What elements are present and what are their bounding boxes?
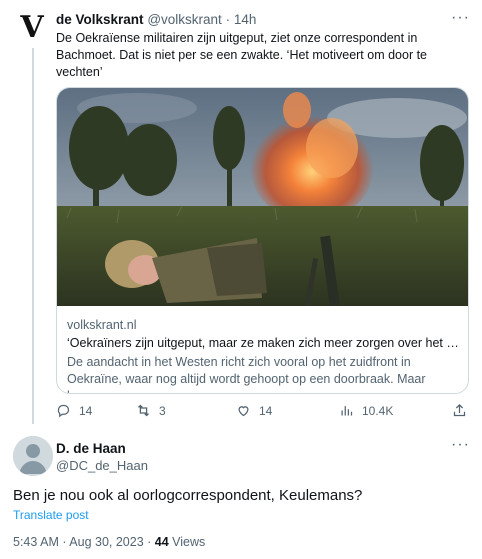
like-button[interactable]: 14 (236, 403, 272, 418)
reply-metadata: 5:43 AM · Aug 30, 2023 · 44 Views (13, 535, 205, 549)
translate-post-link[interactable]: Translate post (13, 508, 89, 522)
tweet-header: de Volkskrant @volkskrant · 14h (56, 12, 256, 27)
card-image (57, 88, 468, 306)
reply-timestamp[interactable]: 5:43 AM · Aug 30, 2023 · (13, 535, 155, 549)
views-icon (341, 406, 353, 416)
views-button[interactable]: 10.4K (339, 403, 393, 418)
link-card[interactable]: volkskrant.nl ‘Oekraïners zijn uitgeput,… (56, 87, 469, 394)
card-title[interactable]: ‘Oekraïners zijn uitgeput, maar ze maken… (67, 336, 463, 350)
repost-count: 3 (159, 403, 166, 418)
tweet-action-bar: 14 3 14 10.4K (56, 403, 467, 421)
views-count: 10.4K (362, 403, 394, 418)
more-horizontal-icon[interactable]: ··· (451, 9, 470, 27)
author-handle[interactable]: @volkskrant (147, 12, 221, 27)
tweet-time[interactable]: 14h (234, 12, 257, 27)
reply-author-avatar[interactable] (13, 436, 53, 476)
heart-icon (238, 406, 249, 417)
repost-button[interactable]: 3 (136, 403, 166, 418)
reply-views-label: Views (168, 535, 206, 549)
card-description: De aandacht in het Westen richt zich voo… (67, 355, 426, 393)
reply-text: Ben je nou ook al oorlogcorrespondent, K… (13, 487, 363, 504)
volkskrant-logo: V (20, 10, 44, 45)
thread-connector-line (32, 48, 34, 424)
card-domain[interactable]: volkskrant.nl (67, 318, 136, 332)
separator-dot: · (225, 12, 231, 27)
reply-button[interactable]: 14 (56, 403, 92, 418)
repost-icon (138, 404, 149, 417)
share-icon (453, 403, 466, 417)
like-count: 14 (259, 403, 273, 418)
author-avatar[interactable]: V (12, 8, 52, 48)
tweet-text: De Oekraïense militairen zijn uitgeput, … (56, 31, 428, 79)
share-button[interactable] (452, 403, 467, 418)
reply-icon (57, 404, 70, 418)
reply-views-count: 44 (154, 535, 169, 549)
reply-count: 14 (79, 403, 93, 418)
default-avatar-icon (13, 436, 53, 476)
more-horizontal-icon[interactable]: ··· (451, 436, 470, 454)
author-name[interactable]: de Volkskrant (56, 12, 144, 27)
reply-author-name[interactable]: D. de Haan (56, 441, 126, 456)
reply-author-handle[interactable]: @DC_de_Haan (56, 458, 148, 473)
